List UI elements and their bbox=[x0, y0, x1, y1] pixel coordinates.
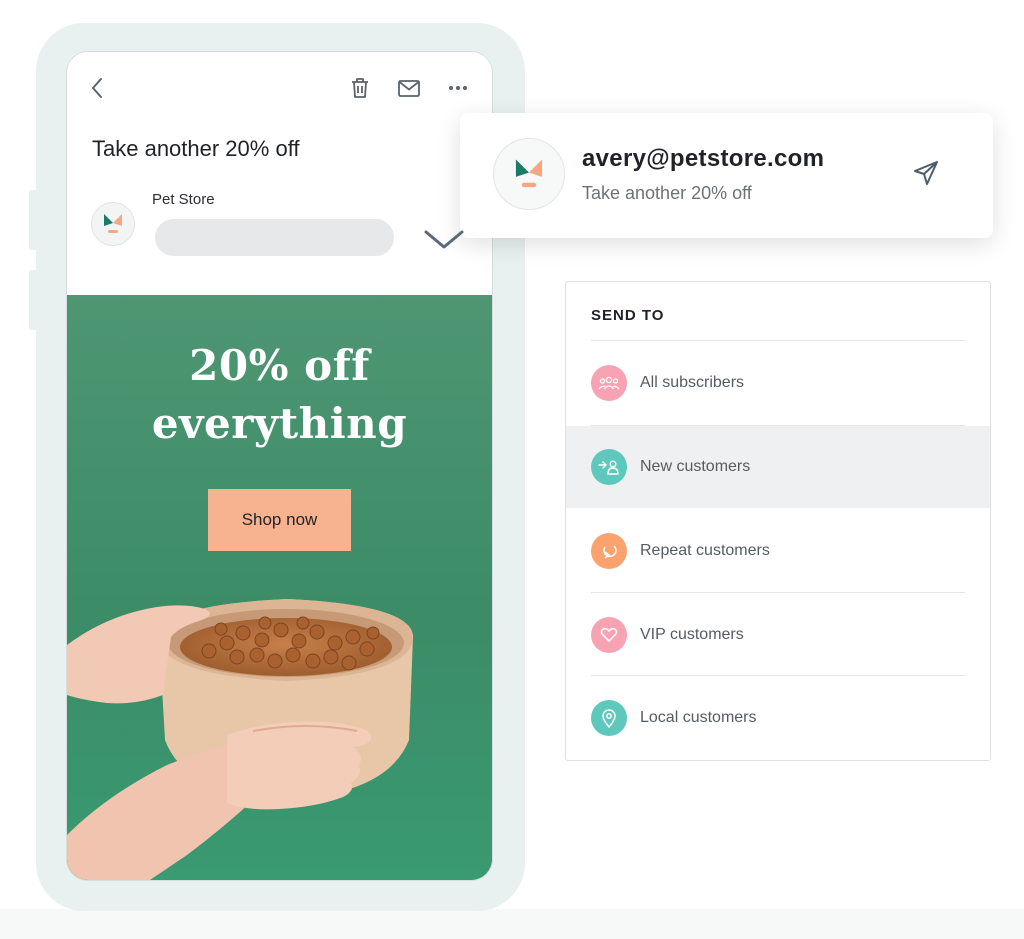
pet-food-bowl-image bbox=[67, 599, 413, 880]
send-to-panel: SEND TO All subscribers New customers Re… bbox=[565, 281, 991, 761]
store-logo-icon bbox=[104, 214, 122, 233]
trash-icon[interactable] bbox=[348, 76, 372, 100]
back-icon[interactable] bbox=[85, 76, 109, 100]
phone-volume-button bbox=[29, 190, 37, 250]
audience-option-new-customers[interactable]: New customers bbox=[566, 426, 990, 508]
audience-option-vip-customers[interactable]: VIP customers bbox=[566, 594, 990, 676]
group-icon bbox=[591, 365, 627, 401]
audience-option-local-customers[interactable]: Local customers bbox=[566, 677, 990, 759]
send-icon[interactable] bbox=[912, 159, 940, 192]
card-avatar bbox=[493, 138, 565, 210]
send-to-heading: SEND TO bbox=[591, 307, 665, 324]
phone-power-button bbox=[29, 270, 37, 330]
shop-now-button[interactable]: Shop now bbox=[208, 489, 351, 551]
promo-headline: 20% off everything bbox=[67, 337, 492, 453]
heart-icon bbox=[591, 617, 627, 653]
repeat-arrow-icon bbox=[591, 533, 627, 569]
promo-headline-line1: 20% off bbox=[189, 341, 370, 390]
divider bbox=[591, 340, 965, 341]
email-view: Take another 20% off Pet Store 20% off e… bbox=[66, 51, 493, 881]
sender-avatar bbox=[91, 202, 135, 246]
sender-name: Pet Store bbox=[152, 191, 215, 208]
audience-label: New customers bbox=[640, 458, 751, 475]
audience-option-repeat-customers[interactable]: Repeat customers bbox=[566, 510, 990, 592]
more-options-icon[interactable] bbox=[445, 76, 471, 100]
promo-banner: 20% off everything Shop now bbox=[67, 295, 492, 880]
email-subject: Take another 20% off bbox=[92, 136, 300, 161]
audience-label: Local customers bbox=[640, 709, 757, 726]
divider bbox=[591, 675, 965, 676]
chevron-down-icon[interactable] bbox=[422, 224, 466, 254]
audience-option-all-subscribers[interactable]: All subscribers bbox=[566, 342, 990, 424]
card-subject: Take another 20% off bbox=[582, 183, 752, 203]
email-summary-card: avery@petstore.com Take another 20% off bbox=[460, 113, 993, 238]
promo-headline-line2: everything bbox=[151, 399, 408, 448]
audience-label: Repeat customers bbox=[640, 542, 770, 559]
mail-icon[interactable] bbox=[396, 76, 422, 100]
audience-label: All subscribers bbox=[640, 374, 745, 391]
sender-email: avery@petstore.com bbox=[582, 145, 825, 172]
email-header: Take another 20% off Pet Store bbox=[67, 52, 492, 296]
page-bottom-band bbox=[0, 909, 1024, 939]
audience-label: VIP customers bbox=[640, 626, 744, 643]
map-pin-icon bbox=[591, 700, 627, 736]
store-logo-icon bbox=[515, 159, 543, 188]
user-arrow-icon bbox=[591, 449, 627, 485]
divider bbox=[591, 592, 965, 593]
recipient-placeholder-bar bbox=[155, 219, 394, 256]
